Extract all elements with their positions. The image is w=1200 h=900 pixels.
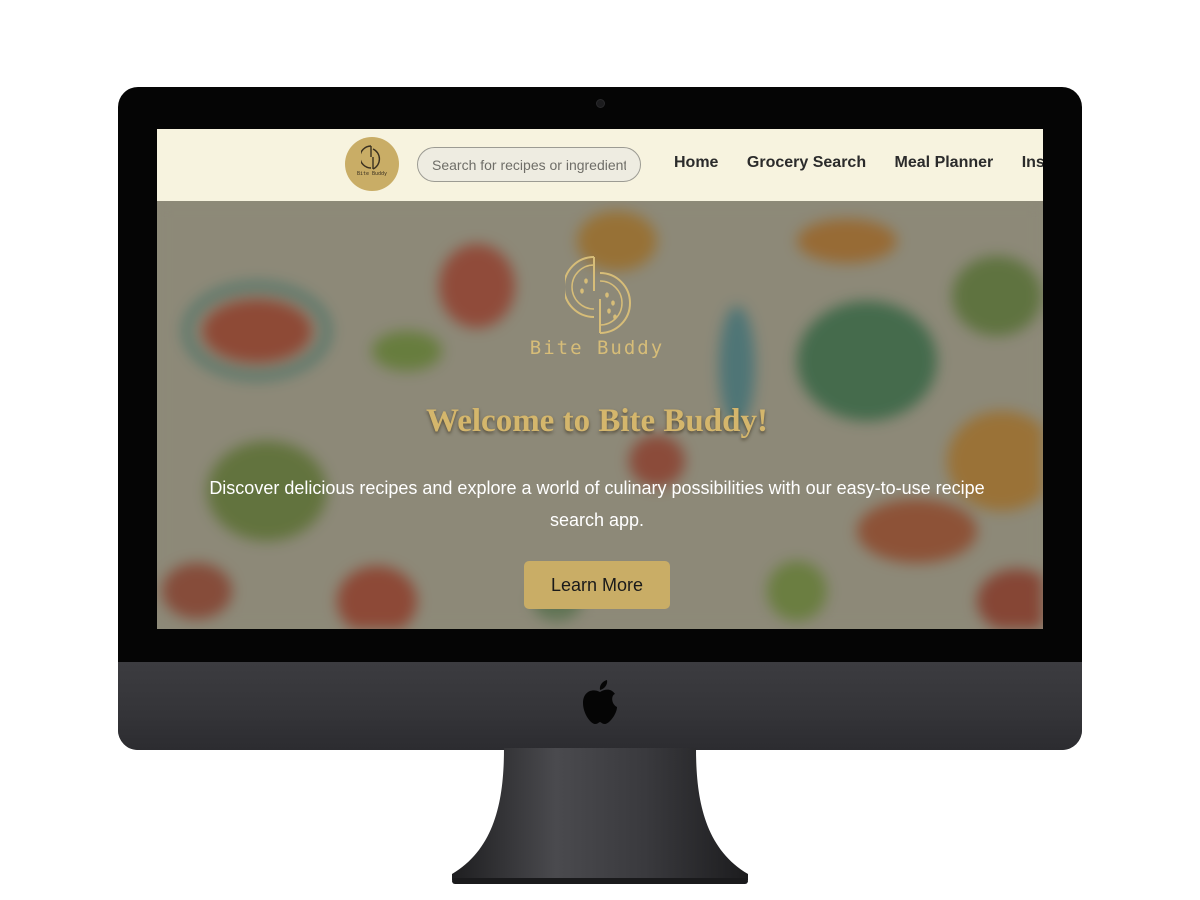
nav-link-ins[interactable]: Ins — [1022, 154, 1043, 172]
watermelon-slice-icon — [565, 256, 631, 334]
webcam-icon — [596, 99, 605, 108]
learn-more-button[interactable]: Learn More — [524, 561, 670, 609]
imac-stand — [452, 748, 748, 884]
nav-link-meal-planner[interactable]: Meal Planner — [895, 154, 994, 172]
search-input[interactable] — [417, 147, 641, 182]
watermelon-slice-icon — [361, 145, 381, 170]
hero-description: Discover delicious recipes and explore a… — [209, 478, 985, 530]
nav-links: Home Grocery Search Meal Planner Ins — [674, 154, 1043, 172]
website-screen: Bite Buddy Home Grocery Search Meal Plan… — [157, 129, 1043, 629]
hero-section: Bite Buddy Welcome to Bite Buddy! Discov… — [157, 201, 1043, 629]
hero-brand-name: Bite Buddy — [529, 337, 665, 359]
navbar: Bite Buddy Home Grocery Search Meal Plan… — [157, 129, 1043, 202]
hero-title: Welcome to Bite Buddy! — [426, 403, 768, 439]
nav-logo-text: Bite Buddy — [356, 171, 388, 177]
nav-link-grocery-search[interactable]: Grocery Search — [747, 154, 866, 172]
apple-icon — [583, 680, 617, 724]
nav-link-home[interactable]: Home — [674, 154, 718, 172]
nav-logo[interactable]: Bite Buddy — [345, 137, 399, 191]
